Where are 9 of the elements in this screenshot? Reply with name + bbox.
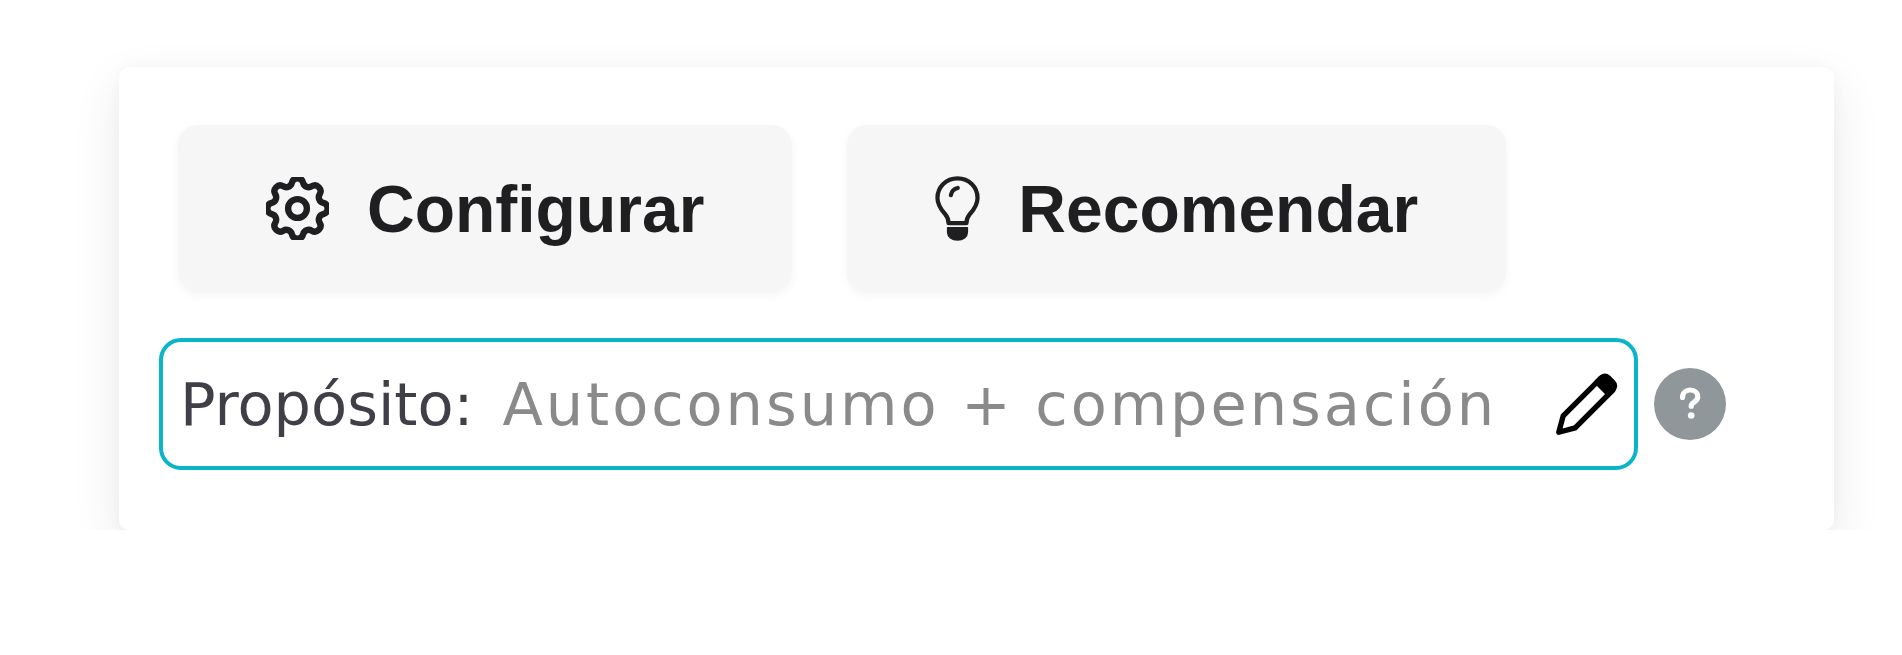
configure-button[interactable]: Configurar [178,125,793,292]
purpose-field[interactable]: Propósito: Autoconsumo + compensación [159,338,1638,470]
field-value: Autoconsumo + compensación [502,369,1498,439]
gear-icon [266,177,329,240]
pencil-icon[interactable] [1555,372,1618,436]
help-icon[interactable] [1654,368,1726,440]
recommend-button[interactable]: Recomendar [847,125,1507,292]
lightbulb-icon [935,175,981,242]
field-label: Propósito: [180,369,474,439]
